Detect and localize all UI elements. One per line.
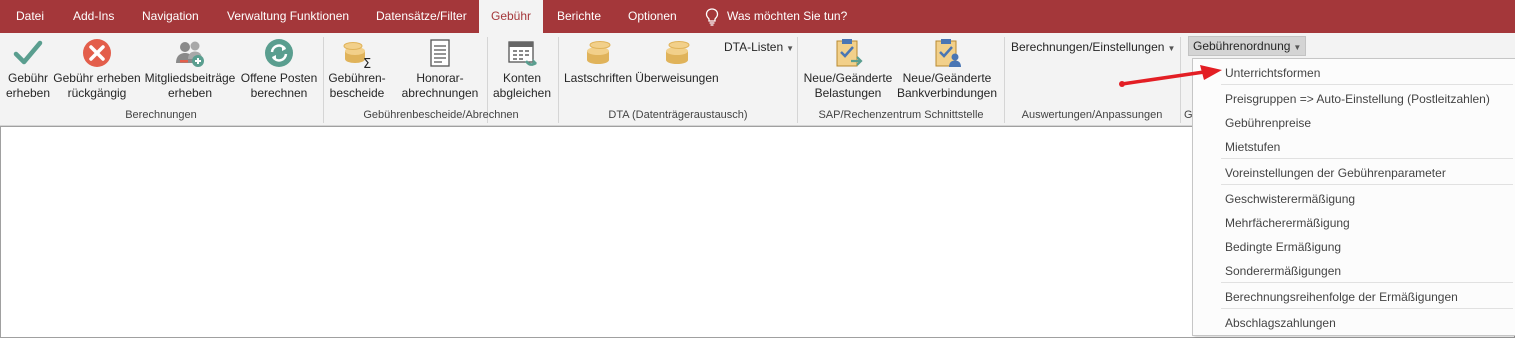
tab-datensaetze-filter[interactable]: Datensätze/Filter	[376, 0, 467, 33]
chevron-down-icon: ▼	[786, 44, 795, 53]
berechnungen-einstellungen-label: Berechnungen/Einstellungen	[1011, 40, 1165, 54]
refresh-circle-icon	[265, 39, 293, 67]
ueberweisungen-button[interactable]: Überweisungen	[634, 37, 720, 86]
chevron-down-icon: ▼	[1293, 43, 1302, 52]
checkmark-icon	[13, 40, 43, 65]
group-label-sap: SAP/Rechenzentrum Schnittstelle	[818, 109, 984, 121]
gebuehrenordnung-label: Gebührenordnung	[1193, 39, 1291, 53]
coins-sum-icon: Σ	[343, 42, 371, 69]
members-icon	[176, 41, 204, 67]
group-label-berechnungen: Berechnungen	[125, 109, 197, 121]
menu-item-preisgruppen[interactable]: Preisgruppen => Auto-Einstellung (Postle…	[1225, 92, 1490, 106]
menu-item-geschwisterermaessigung[interactable]: Geschwisterermäßigung	[1225, 192, 1355, 206]
gebuehr-erheben-rueckgaengig-button[interactable]: Gebühr erheben rückgängig	[53, 37, 141, 101]
mitgliedsbeitraege-erheben-label: Mitgliedsbeiträge erheben	[144, 71, 236, 100]
group-separator	[797, 37, 798, 123]
group-label-auswertungen: Auswertungen/Anpassungen	[1021, 109, 1163, 121]
tab-optionen[interactable]: Optionen	[628, 0, 677, 33]
berechnungen-einstellungen-dropdown[interactable]: Berechnungen/Einstellungen ▼	[1011, 40, 1175, 54]
offene-posten-berechnen-button[interactable]: Offene Posten berechnen	[240, 37, 318, 101]
document-icon	[430, 39, 450, 67]
gebuehrenbescheide-label: Gebühren- bescheide	[328, 71, 386, 100]
neue-belastungen-label: Neue/Geänderte Belastungen	[803, 71, 893, 100]
konten-abgleichen-label: Konten abgleichen	[492, 71, 552, 100]
tab-datei[interactable]: Datei	[16, 0, 44, 33]
annotation-arrow-icon	[1119, 65, 1222, 87]
dta-listen-label: DTA-Listen	[724, 40, 784, 54]
menu-item-voreinstellungen[interactable]: Voreinstellungen der Gebührenparameter	[1225, 166, 1446, 180]
tab-gebuehr[interactable]: Gebühr	[479, 0, 543, 33]
lastschriften-button[interactable]: Lastschriften	[562, 37, 634, 86]
gebuehrenordnung-dropdown[interactable]: Gebührenordnung ▼	[1188, 36, 1307, 56]
ribbon-tab-bar: Datei Add-Ins Navigation Verwaltung Funk…	[0, 0, 1515, 33]
konten-abgleichen-button[interactable]: Konten abgleichen	[490, 37, 554, 101]
group-separator	[558, 37, 559, 123]
group-separator	[323, 37, 324, 123]
menu-item-abschlagszahlungen[interactable]: Abschlagszahlungen	[1225, 316, 1336, 330]
gebuehrenordnung-menu: Unterrichtsformen Preisgruppen => Auto-E…	[1192, 58, 1515, 336]
tab-berichte[interactable]: Berichte	[557, 0, 601, 33]
offene-posten-berechnen-label: Offene Posten berechnen	[240, 71, 318, 100]
lastschriften-label: Lastschriften	[563, 71, 633, 85]
lightbulb-icon	[705, 8, 719, 26]
menu-separator	[1221, 308, 1513, 309]
menu-separator	[1221, 184, 1513, 185]
clipboard-check-icon	[836, 39, 863, 67]
menu-separator	[1221, 282, 1513, 283]
gebuehr-erheben-label: Gebühr erheben	[5, 71, 51, 100]
group-label-bescheide: Gebührenbescheide/Abrechnen	[363, 109, 519, 121]
group-separator	[1004, 37, 1005, 123]
menu-item-bedingte-ermaessigung[interactable]: Bedingte Ermäßigung	[1225, 240, 1341, 254]
tell-me-text: Was möchten Sie tun?	[727, 9, 848, 23]
ueberweisungen-label: Überweisungen	[635, 71, 719, 85]
coins-icon	[666, 41, 690, 64]
neue-belastungen-button[interactable]: Neue/Geänderte Belastungen	[801, 37, 895, 101]
menu-item-berechnungsreihenfolge[interactable]: Berechnungsreihenfolge der Ermäßigungen	[1225, 290, 1458, 304]
menu-item-gebuehrenpreise[interactable]: Gebührenpreise	[1225, 116, 1311, 130]
cancel-circle-icon	[83, 39, 111, 67]
tab-add-ins[interactable]: Add-Ins	[73, 0, 114, 33]
gebuehr-erheben-rueckgaengig-label: Gebühr erheben rückgängig	[53, 71, 141, 100]
svg-text:Σ: Σ	[363, 57, 371, 69]
dta-listen-dropdown[interactable]: DTA-Listen ▼	[724, 40, 794, 54]
menu-separator	[1221, 158, 1513, 159]
tab-navigation[interactable]: Navigation	[142, 0, 199, 33]
calendar-arrow-icon	[508, 41, 537, 66]
tab-verwaltung-funktionen[interactable]: Verwaltung Funktionen	[227, 0, 349, 33]
neue-bankverbindungen-label: Neue/Geänderte Bankverbindungen	[896, 71, 998, 100]
coins-icon	[587, 41, 611, 64]
honorarabrechnungen-button[interactable]: Honorar- abrechnungen	[396, 37, 484, 101]
menu-item-sonderermaessigungen[interactable]: Sonderermäßigungen	[1225, 264, 1341, 278]
gebuehr-erheben-button[interactable]: Gebühr erheben	[2, 37, 54, 101]
neue-bankverbindungen-button[interactable]: Neue/Geänderte Bankverbindungen	[895, 37, 999, 101]
menu-item-unterrichtsformen[interactable]: Unterrichtsformen	[1225, 66, 1320, 80]
menu-item-mietstufen[interactable]: Mietstufen	[1225, 140, 1280, 154]
menu-separator	[1221, 84, 1513, 85]
honorarabrechnungen-label: Honorar- abrechnungen	[401, 71, 479, 100]
clipboard-person-icon	[935, 39, 961, 67]
menu-item-mehrfaecherermaessigung[interactable]: Mehrfächerermäßigung	[1225, 216, 1350, 230]
chevron-down-icon: ▼	[1167, 44, 1176, 53]
gebuehrenbescheide-button[interactable]: Σ Gebühren- bescheide	[327, 37, 387, 101]
tell-me-box[interactable]: Was möchten Sie tun?	[705, 0, 847, 33]
group-label-dta: DTA (Datenträgeraustausch)	[608, 109, 748, 121]
mitgliedsbeitraege-erheben-button[interactable]: Mitgliedsbeiträge erheben	[142, 37, 238, 101]
